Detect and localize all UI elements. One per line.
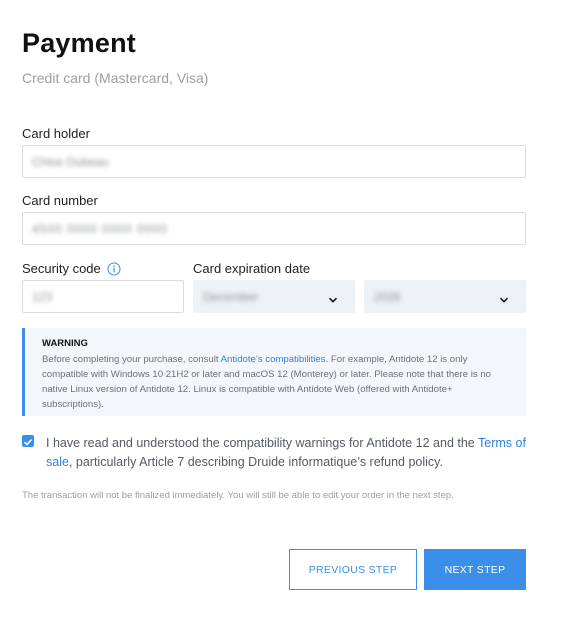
check-icon xyxy=(23,438,33,446)
security-code-label: Security code xyxy=(22,261,101,276)
page-subtitle: Credit card (Mastercard, Visa) xyxy=(22,70,209,86)
transaction-note: The transaction will not be finalized im… xyxy=(22,490,454,501)
card-holder-label: Card holder xyxy=(22,126,90,141)
chevron-down-icon xyxy=(328,292,338,303)
warning-text: Before completing your purchase, consult… xyxy=(42,354,491,410)
warning-box: WARNING Before completing your purchase,… xyxy=(22,328,526,416)
expiration-year-value: 2026 xyxy=(374,289,401,304)
card-number-label: Card number xyxy=(22,193,98,208)
card-holder-value: Chloe Dubeau xyxy=(32,154,109,169)
expiration-year-select[interactable]: 2026 xyxy=(364,280,526,313)
security-code-input[interactable]: 123 xyxy=(22,280,184,313)
card-number-input[interactable]: 4500 0000 0000 0000 xyxy=(22,212,526,245)
warning-title: WARNING xyxy=(42,338,88,349)
page-title: Payment xyxy=(22,28,136,58)
card-holder-input[interactable]: Chloe Dubeau xyxy=(22,145,526,178)
previous-step-button[interactable]: PREVIOUS STEP xyxy=(289,549,417,590)
expiration-month-select[interactable]: December xyxy=(193,280,355,313)
next-step-button[interactable]: NEXT STEP xyxy=(424,549,526,590)
info-icon[interactable] xyxy=(107,262,121,276)
compatibilities-link[interactable]: Antidote’s compatibilities xyxy=(221,354,326,365)
card-number-value: 4500 0000 0000 0000 xyxy=(32,221,168,236)
consent-checkbox[interactable] xyxy=(22,435,34,447)
consent-text: I have read and understood the compatibi… xyxy=(46,436,526,469)
security-code-value: 123 xyxy=(32,289,53,304)
chevron-down-icon xyxy=(499,292,509,303)
expiration-month-value: December xyxy=(203,289,259,304)
expiration-label: Card expiration date xyxy=(193,261,311,276)
